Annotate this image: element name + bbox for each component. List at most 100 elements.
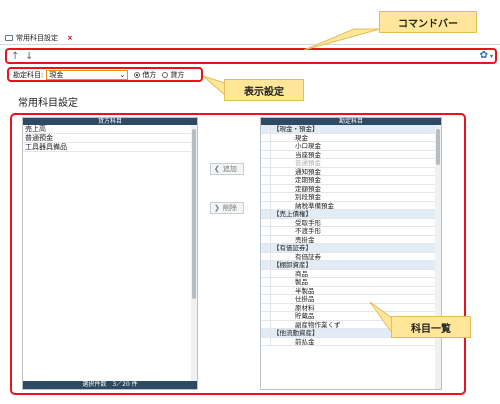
selected-accounts-panel: 貸方科目 売上高 普通預金 工具器具備品 選択件数 3／20 件 <box>22 117 198 390</box>
row-selector[interactable] <box>261 227 271 235</box>
list-item[interactable]: 工具器具備品 <box>23 143 197 152</box>
account-label: 【売上債権】 <box>273 210 312 218</box>
delete-button[interactable]: ❯ 削除 <box>210 202 244 214</box>
row-selector[interactable] <box>261 176 271 184</box>
account-label: 【有価証券】 <box>273 244 312 252</box>
chevron-down-icon: ⌄ <box>119 70 126 79</box>
account-label: 副産物作業くず <box>295 320 341 329</box>
row-selector[interactable] <box>261 193 271 201</box>
account-row[interactable]: 半製品 <box>261 286 441 295</box>
gear-icon[interactable]: ✿ <box>480 50 488 61</box>
row-selector[interactable] <box>261 218 271 226</box>
left-panel-header: 貸方科目 <box>23 118 197 125</box>
tab-common-accounts[interactable]: 常用科目設定 × <box>5 33 80 43</box>
account-label: 半製品 <box>295 286 315 295</box>
account-label: 通知預金 <box>295 167 321 176</box>
row-selector[interactable] <box>261 150 271 158</box>
add-button[interactable]: ❮ 追加 <box>210 163 244 175</box>
account-label: 【他流動資産】 <box>273 329 319 337</box>
account-row[interactable]: 不渡手形 <box>261 227 441 236</box>
chevron-down-icon[interactable]: ▾ <box>490 53 493 60</box>
row-selector[interactable] <box>261 337 271 345</box>
account-row[interactable]: 受取手形 <box>261 218 441 227</box>
account-row[interactable]: 定期預金 <box>261 176 441 185</box>
account-row[interactable]: 納税準備預金 <box>261 201 441 210</box>
window-icon <box>5 35 13 41</box>
radio-credit[interactable]: 貸方 <box>162 70 184 80</box>
account-label: 商品 <box>295 269 308 278</box>
account-row[interactable]: 当座預金 <box>261 150 441 159</box>
list-item[interactable]: 売上高 <box>23 125 197 134</box>
right-scroll-thumb[interactable] <box>436 129 440 165</box>
account-label: 仕掛品 <box>295 295 315 303</box>
account-row[interactable]: 前払金 <box>261 337 441 346</box>
account-label: 現金 <box>295 133 308 142</box>
account-row[interactable]: 仕掛品 <box>261 295 441 304</box>
row-selector[interactable] <box>261 159 271 167</box>
category-row[interactable]: 【有価証券】 <box>261 244 441 253</box>
chevron-right-icon: ❯ <box>214 204 220 212</box>
account-row[interactable]: 原材料 <box>261 303 441 312</box>
account-row[interactable]: 小口現金 <box>261 142 441 151</box>
row-selector[interactable] <box>261 252 271 260</box>
account-row[interactable]: 有価証券 <box>261 252 441 261</box>
row-selector[interactable] <box>261 329 271 337</box>
category-row[interactable]: 【売上債権】 <box>261 210 441 219</box>
left-scroll-thumb[interactable] <box>192 129 196 299</box>
row-selector[interactable] <box>261 125 271 133</box>
account-row[interactable]: 定額預金 <box>261 184 441 193</box>
row-selector[interactable] <box>261 210 271 218</box>
account-row[interactable]: 商品 <box>261 269 441 278</box>
radio-credit-label: 貸方 <box>170 70 185 79</box>
row-selector[interactable] <box>261 303 271 311</box>
add-button-label: 追加 <box>222 165 237 173</box>
account-label: 【現金・預金】 <box>273 125 319 133</box>
category-row[interactable]: 【棚卸資産】 <box>261 261 441 270</box>
row-selector[interactable] <box>261 184 271 192</box>
row-selector[interactable] <box>261 261 271 269</box>
row-selector[interactable] <box>261 320 271 328</box>
account-rows: 【現金・預金】 現金 小口現金 当座預金 普通預金 通知預金 定期預金 定額預金 別段預金 納税準… <box>261 125 441 346</box>
account-row[interactable]: 売掛金 <box>261 235 441 244</box>
account-select-value: 現金 <box>49 70 64 79</box>
account-row[interactable]: 別段預金 <box>261 193 441 202</box>
account-label: 別段預金 <box>295 193 321 201</box>
account-label: 受取手形 <box>295 218 321 227</box>
account-label: 定期預金 <box>295 176 321 184</box>
row-selector[interactable] <box>261 295 271 303</box>
row-selector[interactable] <box>261 142 271 150</box>
account-select[interactable]: 現金 ⌄ <box>46 69 129 80</box>
row-selector[interactable] <box>261 278 271 286</box>
account-label: 不渡手形 <box>295 227 321 235</box>
list-item[interactable]: 普通預金 <box>23 134 197 143</box>
right-scrollbar[interactable] <box>435 125 441 389</box>
account-label: 納税準備預金 <box>295 201 334 210</box>
callout-account-list: 科目一覧 <box>391 316 471 338</box>
command-bar: ↑ ↓ ✿ ▾ <box>5 48 497 64</box>
arrow-down-icon[interactable]: ↓ <box>25 51 33 62</box>
row-selector[interactable] <box>261 201 271 209</box>
right-panel-header: 勘定科目 <box>261 118 441 125</box>
category-row[interactable]: 【現金・預金】 <box>261 125 441 134</box>
row-selector[interactable] <box>261 133 271 141</box>
account-row[interactable]: 現金 <box>261 133 441 142</box>
left-scrollbar[interactable] <box>191 125 197 383</box>
row-selector[interactable] <box>261 167 271 175</box>
arrow-up-icon[interactable]: ↑ <box>11 51 19 62</box>
account-row[interactable]: 通知預金 <box>261 167 441 176</box>
account-label: 製品 <box>295 278 308 286</box>
row-selector[interactable] <box>261 244 271 252</box>
close-icon[interactable]: × <box>67 34 73 42</box>
row-selector[interactable] <box>261 269 271 277</box>
account-row[interactable]: 普通預金 <box>261 159 441 168</box>
account-label: 【棚卸資産】 <box>273 261 312 269</box>
radio-debit[interactable]: 借方 <box>134 70 156 80</box>
selection-count: 選択件数 3／20 件 <box>23 381 197 389</box>
row-selector[interactable] <box>261 286 271 294</box>
account-row[interactable]: 製品 <box>261 278 441 287</box>
row-selector[interactable] <box>261 312 271 320</box>
callout-display-settings: 表示設定 <box>224 79 304 101</box>
callout-command-bar: コマンドバー <box>379 11 477 33</box>
account-label: 前払金 <box>295 337 315 346</box>
row-selector[interactable] <box>261 235 271 243</box>
